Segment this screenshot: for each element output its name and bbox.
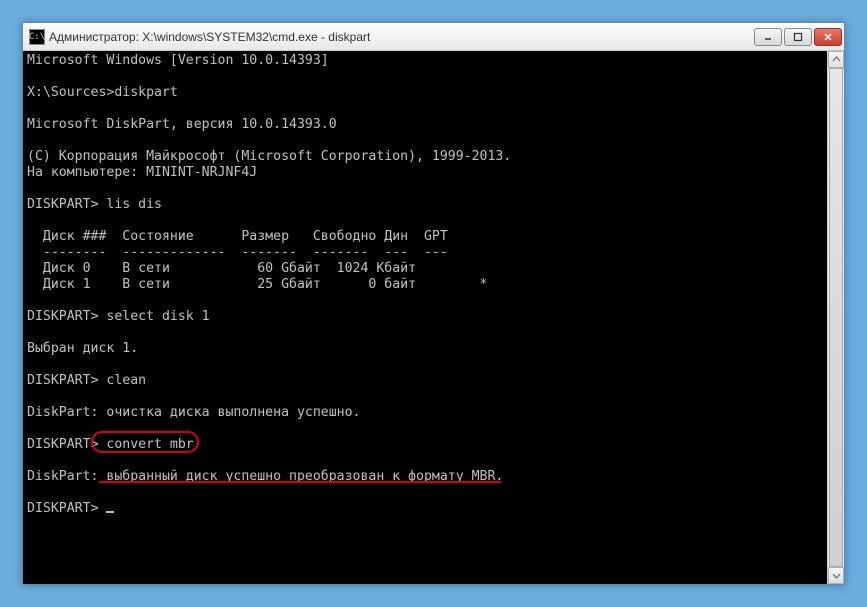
- window-controls: [754, 28, 842, 46]
- scroll-down-button[interactable]: [828, 567, 844, 584]
- minimize-icon: [763, 32, 773, 42]
- scrollbar-track[interactable]: [828, 68, 844, 567]
- cmd-icon: C:\: [29, 29, 45, 45]
- scroll-up-button[interactable]: [828, 51, 844, 68]
- titlebar[interactable]: C:\ Администратор: X:\windows\SYSTEM32\c…: [23, 23, 844, 51]
- scrollbar-thumb[interactable]: [829, 68, 843, 567]
- minimize-button[interactable]: [754, 28, 782, 46]
- terminal-cursor: [106, 511, 114, 513]
- terminal-output[interactable]: Microsoft Windows [Version 10.0.14393] X…: [23, 51, 827, 584]
- cmd-window: C:\ Администратор: X:\windows\SYSTEM32\c…: [22, 22, 845, 585]
- chevron-down-icon: [832, 571, 841, 580]
- terminal-area: Microsoft Windows [Version 10.0.14393] X…: [23, 51, 844, 584]
- maximize-icon: [793, 32, 803, 42]
- chevron-up-icon: [832, 55, 841, 64]
- close-icon: [823, 32, 833, 42]
- window-title: Администратор: X:\windows\SYSTEM32\cmd.e…: [49, 30, 754, 44]
- maximize-button[interactable]: [784, 28, 812, 46]
- close-button[interactable]: [814, 28, 842, 46]
- vertical-scrollbar[interactable]: [827, 51, 844, 584]
